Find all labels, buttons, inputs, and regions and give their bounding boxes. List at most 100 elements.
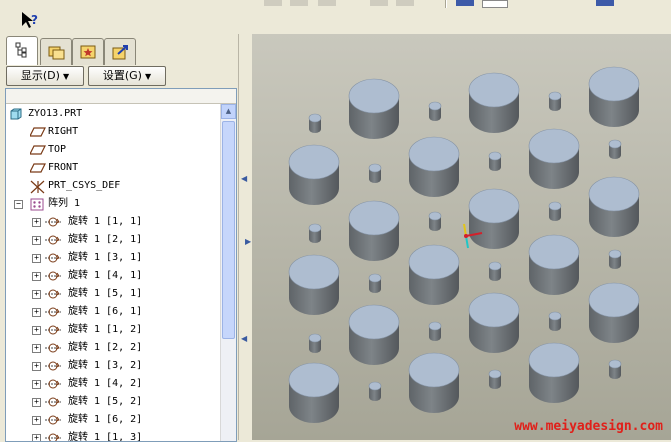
- large-cylinder: [588, 176, 640, 237]
- small-cylinder: [368, 381, 382, 401]
- tree-item-label: 旋转 1 [1, 2]: [68, 324, 143, 335]
- small-cylinder: [308, 113, 322, 133]
- tree-item-label: FRONT: [48, 162, 79, 173]
- revolve-feature-icon: [45, 415, 61, 425]
- expand-icon[interactable]: +: [32, 362, 41, 371]
- tree-item-front[interactable]: FRONT: [6, 159, 218, 177]
- collapse-icon[interactable]: −: [14, 200, 23, 209]
- large-cylinder: [288, 144, 340, 205]
- expand-icon[interactable]: +: [32, 290, 41, 299]
- tree-item-revolve[interactable]: + 旋转 1 [4, 1]: [6, 267, 218, 285]
- tree-item-label: 旋转 1 [1, 3]: [68, 432, 143, 442]
- small-cylinder: [428, 101, 442, 121]
- tree-item-revolve[interactable]: + 旋转 1 [2, 1]: [6, 231, 218, 249]
- tree-root[interactable]: ZYO13.PRT: [6, 105, 218, 123]
- toolbar-button[interactable]: [318, 0, 336, 6]
- tree-item-label: 旋转 1 [3, 2]: [68, 360, 143, 371]
- tree-item-label: 旋转 1 [2, 2]: [68, 342, 143, 353]
- small-cylinder: [368, 163, 382, 183]
- display-dropdown[interactable]: 显示(D) ▼: [6, 66, 84, 86]
- tree-item-revolve[interactable]: + 旋转 1 [1, 2]: [6, 321, 218, 339]
- tree-item-revolve[interactable]: + 旋转 1 [6, 1]: [6, 303, 218, 321]
- model-tree[interactable]: ZYO13.PRT RIGHT TOP FRONT PRT_CSYS_DEF −: [5, 88, 237, 442]
- large-cylinder: [528, 342, 580, 403]
- tree-item-pattern[interactable]: − 阵列 1: [6, 195, 218, 213]
- small-cylinder: [608, 359, 622, 379]
- large-cylinder: [588, 282, 640, 343]
- tree-item-revolve[interactable]: + 旋转 1 [3, 2]: [6, 357, 218, 375]
- expand-icon[interactable]: +: [32, 380, 41, 389]
- tree-item-label: 旋转 1 [6, 2]: [68, 414, 143, 425]
- small-cylinder: [608, 249, 622, 269]
- large-cylinder: [288, 254, 340, 315]
- toolbar-field[interactable]: [482, 0, 508, 8]
- tree-item-label: PRT_CSYS_DEF: [48, 180, 121, 191]
- large-cylinder: [468, 72, 520, 133]
- toolbar-button[interactable]: [370, 0, 388, 6]
- small-cylinder: [428, 211, 442, 231]
- revolve-feature-icon: [45, 361, 61, 371]
- folder-browser-icon: [48, 46, 65, 60]
- tree-item-revolve[interactable]: + 旋转 1 [6, 2]: [6, 411, 218, 429]
- revolve-feature-icon: [45, 235, 61, 245]
- tree-item-revolve[interactable]: + 旋转 1 [5, 1]: [6, 285, 218, 303]
- small-cylinder: [608, 139, 622, 159]
- expand-icon[interactable]: +: [32, 416, 41, 425]
- datum-plane-icon: [30, 163, 46, 173]
- small-cylinder: [548, 311, 562, 331]
- tab-web-browser[interactable]: [104, 38, 136, 65]
- tab-folder-browser[interactable]: [40, 38, 72, 65]
- datum-plane-icon: [30, 145, 46, 155]
- expand-icon[interactable]: +: [32, 344, 41, 353]
- toolbar-button[interactable]: [456, 0, 474, 6]
- tree-item-label: 旋转 1 [4, 2]: [68, 378, 143, 389]
- expand-right-icon[interactable]: ▶: [245, 237, 251, 247]
- small-cylinder: [548, 201, 562, 221]
- expand-icon[interactable]: +: [32, 326, 41, 335]
- scrollbar-thumb[interactable]: [222, 121, 235, 339]
- expand-icon[interactable]: +: [32, 308, 41, 317]
- large-cylinder: [348, 200, 400, 261]
- large-cylinder: [348, 78, 400, 139]
- expand-icon[interactable]: +: [32, 236, 41, 245]
- tab-favorites[interactable]: [72, 38, 104, 65]
- expand-icon[interactable]: +: [32, 434, 41, 441]
- display-key: (D): [42, 69, 60, 82]
- large-cylinder: [408, 244, 460, 305]
- collapse-left-icon[interactable]: ◀: [241, 174, 247, 184]
- panel-splitter[interactable]: ◀ ▶ ◀: [238, 34, 253, 440]
- tree-item-revolve[interactable]: + 旋转 1 [1, 3]: [6, 429, 218, 442]
- toolbar-button[interactable]: [596, 0, 614, 6]
- tree-item-top[interactable]: TOP: [6, 141, 218, 159]
- settings-dropdown[interactable]: 设置(G) ▼: [88, 66, 166, 86]
- revolve-feature-icon: [45, 289, 61, 299]
- model-3d-view: [252, 34, 671, 440]
- graphics-viewport[interactable]: www.meiyadesign.com: [252, 34, 671, 440]
- tree-item-right[interactable]: RIGHT: [6, 123, 218, 141]
- expand-icon[interactable]: +: [32, 398, 41, 407]
- expand-icon[interactable]: +: [32, 218, 41, 227]
- expand-icon[interactable]: +: [32, 272, 41, 281]
- tab-model-tree[interactable]: [6, 36, 38, 65]
- collapse-left-icon[interactable]: ◀: [241, 334, 247, 344]
- revolve-feature-icon: [45, 253, 61, 263]
- tree-item-revolve[interactable]: + 旋转 1 [3, 1]: [6, 249, 218, 267]
- tree-item-label: 旋转 1 [2, 1]: [68, 234, 143, 245]
- revolve-feature-icon: [45, 343, 61, 353]
- coordinate-system-icon: [30, 180, 45, 194]
- whats-this-help-icon[interactable]: ?: [20, 10, 38, 28]
- tree-item-revolve[interactable]: + 旋转 1 [5, 2]: [6, 393, 218, 411]
- toolbar-button[interactable]: [290, 0, 308, 6]
- tree-item-revolve[interactable]: + 旋转 1 [4, 2]: [6, 375, 218, 393]
- small-cylinder: [548, 91, 562, 111]
- scroll-up-icon[interactable]: ▲: [221, 104, 236, 119]
- tree-scrollbar[interactable]: ▲: [220, 104, 236, 441]
- toolbar-button[interactable]: [264, 0, 282, 6]
- tree-item-csys[interactable]: PRT_CSYS_DEF: [6, 177, 218, 195]
- toolbar-button[interactable]: [396, 0, 414, 6]
- tree-item-revolve[interactable]: + 旋转 1 [2, 2]: [6, 339, 218, 357]
- revolve-feature-icon: [45, 379, 61, 389]
- tree-item-revolve[interactable]: + 旋转 1 [1, 1]: [6, 213, 218, 231]
- expand-icon[interactable]: +: [32, 254, 41, 263]
- part-icon: [10, 108, 22, 120]
